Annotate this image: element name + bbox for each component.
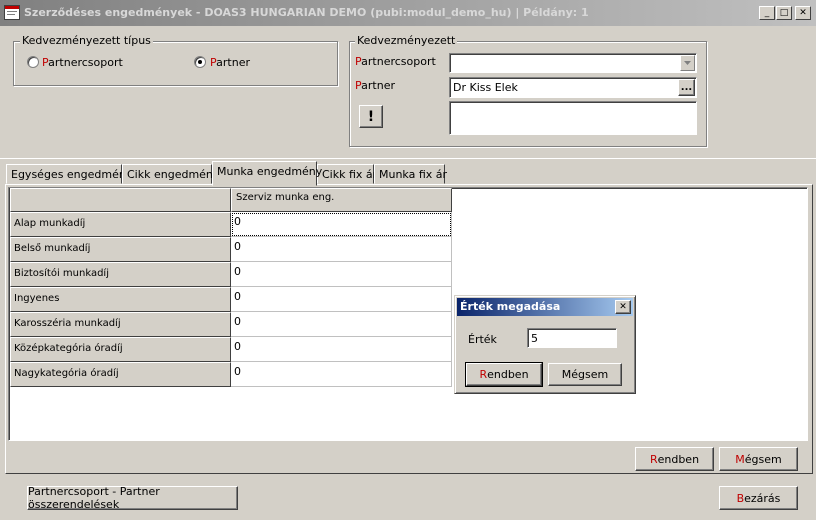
row-label: Karosszéria munkadíj — [10, 312, 231, 337]
partnercsoport-label: Partnercsoport — [355, 55, 436, 68]
grid-cell[interactable]: 0 — [231, 262, 452, 287]
partner-label: Partner — [355, 79, 395, 92]
tab-egyseges-engedmeny[interactable]: Egységes engedmény — [6, 164, 132, 184]
grid-cell[interactable]: 0 — [231, 212, 452, 237]
tab-cikk-engedmeny[interactable]: Cikk engedmény — [122, 164, 219, 184]
beneficiary-legend: Kedvezményezett — [355, 34, 458, 47]
dialog-field-label: Érték — [468, 333, 497, 346]
dialog-close-button[interactable]: ✕ — [615, 300, 631, 314]
row-label: Középkategória óradíj — [10, 337, 231, 362]
grid-corner-header — [10, 188, 231, 212]
browse-partner-button[interactable]: ... — [678, 79, 695, 96]
radio-partnercsoport[interactable] — [27, 56, 39, 68]
grid-cell[interactable]: 0 — [231, 287, 452, 312]
maximize-button[interactable]: □ — [776, 6, 792, 20]
grid-cell[interactable]: 0 — [231, 362, 452, 387]
row-label: Biztosítói munkadíj — [10, 262, 231, 287]
radio-partner-label[interactable]: Partner — [210, 56, 250, 69]
partner-info-area[interactable] — [449, 101, 697, 135]
title-bar: Szerződéses engedmények - DOAS3 HUNGARIA… — [0, 0, 816, 26]
partner-field[interactable]: Dr Kiss Elek ... — [449, 77, 697, 98]
dialog-title-bar: Érték megadása ✕ — [457, 298, 633, 316]
dialog-value-input[interactable]: 5 — [527, 328, 617, 348]
radio-partner[interactable] — [194, 56, 206, 68]
dialog-title: Érték megadása — [460, 300, 561, 313]
panel-ok-button[interactable]: Rendben — [635, 447, 714, 471]
partnercsoport-select[interactable] — [449, 53, 697, 73]
beneficiary-type-legend: Kedvezményezett típus — [20, 34, 153, 47]
row-label: Belső munkadíj — [10, 237, 231, 262]
grid-cell[interactable]: 0 — [231, 337, 452, 362]
row-label: Ingyenes — [10, 287, 231, 312]
tab-cikk-fix-ar[interactable]: Cikk fix ár — [317, 164, 377, 184]
chevron-down-icon[interactable] — [680, 55, 695, 71]
tab-munka-fix-ar[interactable]: Munka fix ár — [374, 164, 447, 184]
grid-cell[interactable]: 0 — [231, 312, 452, 337]
row-label: Alap munkadíj — [10, 212, 231, 237]
close-button[interactable]: ✕ — [795, 6, 811, 20]
tab-munka-engedmeny[interactable]: Munka engedmény — [212, 161, 322, 186]
radio-partnercsoport-label[interactable]: Partnercsoport — [42, 56, 123, 69]
app-icon — [4, 5, 20, 20]
window-title: Szerződéses engedmények - DOAS3 HUNGARIA… — [24, 6, 589, 19]
minimize-button[interactable]: _ — [759, 6, 775, 20]
partner-value: Dr Kiss Elek — [453, 81, 518, 94]
assignments-button[interactable]: Partnercsoport - Partner összerendelések — [27, 485, 238, 511]
close-window-button[interactable]: Bezárás — [719, 486, 798, 510]
row-label: Nagykategória óradíj — [10, 362, 231, 387]
separator — [0, 158, 816, 159]
panel-cancel-button[interactable]: Mégsem — [719, 447, 798, 471]
grid-column-header: Szerviz munka eng. — [231, 188, 452, 212]
value-dialog: Érték megadása ✕ Érték 5 Rendben Mégsem — [454, 295, 636, 394]
info-button[interactable]: ! — [359, 105, 383, 128]
dialog-ok-button[interactable]: Rendben — [465, 362, 543, 387]
grid-cell[interactable]: 0 — [231, 237, 452, 262]
dialog-cancel-button[interactable]: Mégsem — [548, 363, 622, 386]
